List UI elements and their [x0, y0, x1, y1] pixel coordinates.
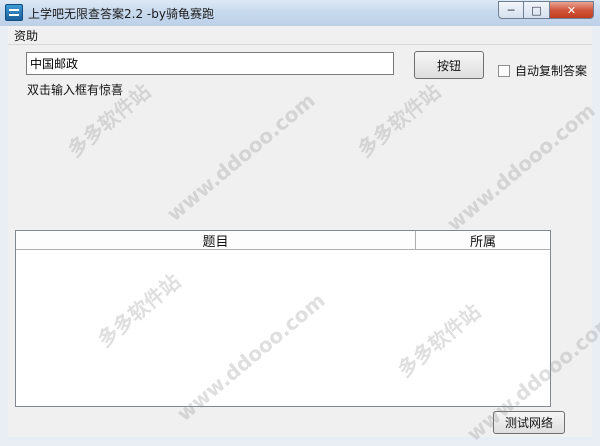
window-controls: ─ □ ✕ [498, 1, 594, 20]
client-area: 按钮 自动复制答案 双击输入框有惊喜 题目 所属 测试网络 多多软件站 www.… [8, 45, 600, 446]
minimize-icon: ─ [507, 3, 515, 17]
title-bar[interactable]: 上学吧无限查答案2.2 -by骑龟赛跑 ─ □ ✕ [0, 0, 600, 26]
maximize-icon: □ [531, 3, 542, 17]
column-header-category[interactable]: 所属 [416, 231, 550, 250]
watermark: www.ddooo.com [442, 98, 600, 236]
list-header: 题目 所属 [16, 231, 550, 250]
checkbox-box[interactable] [498, 64, 510, 77]
test-network-button[interactable]: 测试网络 [493, 411, 565, 434]
search-input[interactable] [26, 52, 394, 75]
auto-copy-checkbox[interactable]: 自动复制答案 [498, 62, 587, 79]
results-list[interactable]: 题目 所属 [15, 230, 551, 407]
watermark: 多多软件站 [352, 79, 445, 162]
maximize-button[interactable]: □ [524, 1, 550, 19]
menu-bar: 资助 [8, 26, 592, 45]
app-icon [5, 4, 23, 21]
auto-copy-label: 自动复制答案 [515, 64, 588, 78]
hint-text: 双击输入框有惊喜 [27, 83, 124, 97]
column-header-title[interactable]: 题目 [16, 231, 416, 250]
action-button[interactable]: 按钮 [414, 51, 484, 79]
menu-item-donate[interactable]: 资助 [12, 27, 40, 44]
app-window: 上学吧无限查答案2.2 -by骑龟赛跑 ─ □ ✕ 资助 按钮 自动复制答案 双… [0, 0, 600, 446]
minimize-button[interactable]: ─ [498, 1, 524, 19]
close-icon: ✕ [566, 3, 577, 17]
close-button[interactable]: ✕ [550, 1, 594, 19]
window-title: 上学吧无限查答案2.2 -by骑龟赛跑 [28, 7, 214, 21]
watermark: www.ddooo.com [162, 88, 320, 226]
